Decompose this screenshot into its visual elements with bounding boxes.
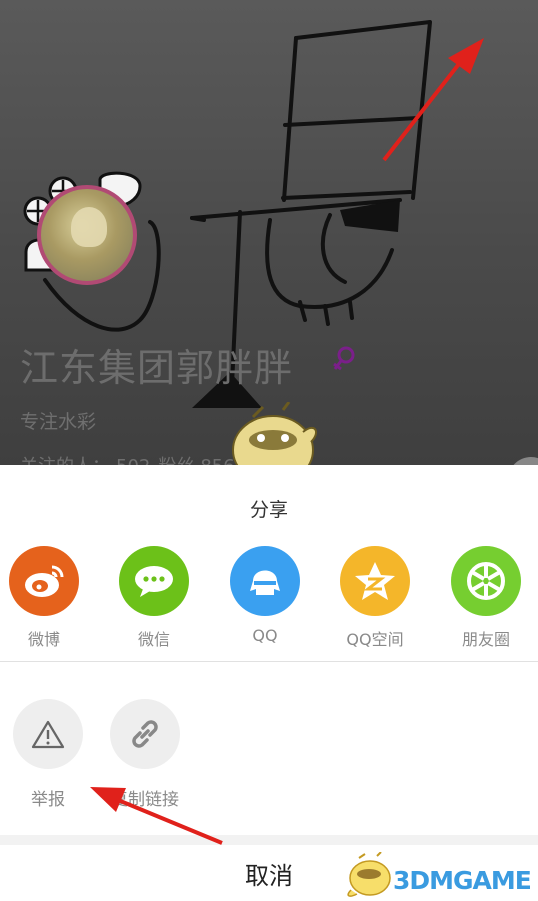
share-qq-button[interactable]: QQ (221, 546, 309, 645)
qq-icon (230, 546, 300, 616)
qzone-icon (340, 546, 410, 616)
following-label: 关注的人： (20, 456, 110, 465)
share-qq-label: QQ (252, 626, 278, 645)
copy-link-label: 复制链接 (111, 790, 179, 810)
share-sheet-title: 分享 (249, 499, 288, 521)
profile-stats: 关注的人：502粉丝856 (20, 452, 243, 465)
share-sheet: 分享 微博 微信 QQ QQ空间 朋友圈 举报 复制链接 取消 (0, 465, 538, 901)
share-moments-button[interactable]: 朋友圈 (442, 546, 530, 650)
section-divider (0, 661, 538, 662)
warning-icon (13, 699, 83, 769)
followers-label: 粉丝 (158, 456, 194, 465)
following-count: 502 (116, 456, 150, 465)
profile-bio: 专注水彩 (20, 411, 97, 433)
watermark-mascot-icon (347, 852, 391, 897)
profile-name: 江东集团郭胖胖 (20, 346, 294, 390)
share-wechat-label: 微信 (137, 630, 170, 649)
share-qzone-label: QQ空间 (346, 630, 404, 649)
cancel-separator (0, 835, 538, 845)
user-avatar (37, 185, 137, 285)
share-qzone-button[interactable]: QQ空间 (331, 546, 419, 650)
profile-background: 江东集团郭胖胖 专注水彩 关注的人：502粉丝856 (0, 0, 538, 465)
copy-link-button[interactable]: 复制链接 (105, 699, 185, 810)
report-button[interactable]: 举报 (8, 699, 88, 810)
female-gender-icon (333, 346, 355, 371)
share-wechat-button[interactable]: 微信 (110, 546, 198, 650)
weibo-icon (9, 546, 79, 616)
share-moments-label: 朋友圈 (461, 630, 510, 649)
moments-icon (451, 546, 521, 616)
share-weibo-button[interactable]: 微博 (0, 546, 88, 650)
wechat-icon (119, 546, 189, 616)
watermark-text: 3DMGAME (393, 866, 532, 895)
report-label: 举报 (31, 790, 65, 810)
share-weibo-label: 微博 (27, 630, 60, 649)
link-icon (110, 699, 180, 769)
